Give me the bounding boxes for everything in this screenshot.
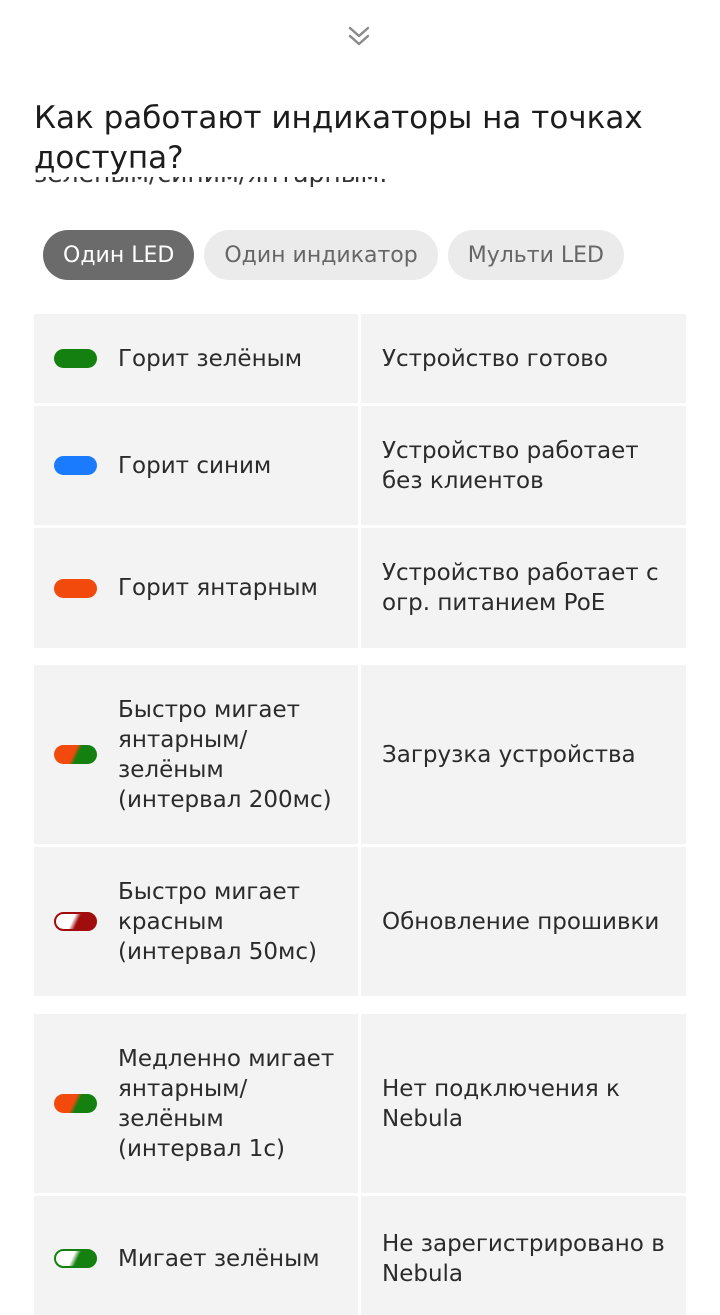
- led-cell: Медленно мигает янтарным/ зелёным (интер…: [34, 1014, 358, 1193]
- table-row: Горит янтарным Устройство работает с огр…: [34, 528, 686, 648]
- led-state-label: Горит янтарным: [118, 575, 318, 601]
- led-meaning: Загрузка устройства: [361, 665, 686, 844]
- led-cell: Мигает зелёным: [34, 1196, 358, 1315]
- led-table-group-fast-blink: Быстро мигает янтарным/ зелёным (интерва…: [34, 665, 686, 999]
- led-cell: Быстро мигает красным (интервал 50мс): [34, 847, 358, 996]
- led-state-label: Медленно мигает янтарным/ зелёным (интер…: [118, 1045, 335, 1162]
- led-solid-blue-icon: [54, 456, 97, 475]
- led-meaning: Устройство работает без клиентов: [361, 406, 686, 525]
- led-cell: Горит янтарным: [34, 528, 358, 648]
- table-row: Быстро мигает красным (интервал 50мс) Об…: [34, 847, 686, 996]
- tab-single-led[interactable]: Один LED: [43, 230, 195, 280]
- table-row: Быстро мигает янтарным/ зелёным (интерва…: [34, 665, 686, 844]
- led-cell: Горит синим: [34, 406, 358, 525]
- led-solid-green-icon: [54, 349, 97, 368]
- led-green-blink-icon: [54, 1249, 97, 1268]
- sheet-title: Как работают индикаторы на точках доступ…: [34, 100, 643, 176]
- table-row: Мигает зелёным Не зарегистрировано в Neb…: [34, 1196, 686, 1315]
- led-cell: Горит зелёным: [34, 314, 358, 403]
- table-row: Медленно мигает янтарным/ зелёным (интер…: [34, 1014, 686, 1193]
- table-row: Горит зелёным Устройство готово: [34, 314, 686, 403]
- led-red-blink-icon: [54, 912, 97, 931]
- led-amber-green-blink-icon: [54, 745, 97, 764]
- led-type-tabs: Один LED Один индикатор Мульти LED: [43, 230, 624, 280]
- led-state-label: Горит зелёным: [118, 345, 303, 372]
- led-meaning: Не зарегистрировано в Nebula: [361, 1196, 686, 1315]
- led-solid-amber-icon: [54, 578, 97, 598]
- led-meaning: Устройство работает с огр. питанием PoE: [361, 528, 686, 648]
- led-state-label: Горит синим: [118, 452, 272, 479]
- tab-multi-led[interactable]: Мульти LED: [447, 230, 624, 280]
- led-meaning: Обновление прошивки: [361, 847, 686, 996]
- bottom-sheet: зелёным/синим/янтарным. Как работают инд…: [0, 0, 720, 1315]
- led-state-label: Мигает зелёным: [118, 1245, 320, 1272]
- led-meaning: Устройство готово: [361, 314, 686, 403]
- table-row: Горит синим Устройство работает без клие…: [34, 406, 686, 525]
- double-chevron-down-icon: [348, 26, 370, 46]
- led-meaning: Нет подключения к Nebula: [361, 1014, 686, 1193]
- tab-single-indicator[interactable]: Один индикатор: [204, 230, 438, 280]
- led-table-group-solid: Горит зелёным Устройство готово Горит си…: [34, 314, 686, 651]
- led-cell: Быстро мигает янтарным/ зелёным (интерва…: [34, 665, 358, 844]
- led-table-group-slow-blink: Медленно мигает янтарным/ зелёным (интер…: [34, 1014, 686, 1315]
- collapse-sheet-button[interactable]: [340, 18, 378, 54]
- led-state-label: Быстро мигает янтарным/ зелёным (интерва…: [118, 696, 332, 813]
- led-state-label: Быстро мигает красным (интервал 50мс): [118, 878, 318, 965]
- led-amber-green-blink-icon: [54, 1094, 97, 1113]
